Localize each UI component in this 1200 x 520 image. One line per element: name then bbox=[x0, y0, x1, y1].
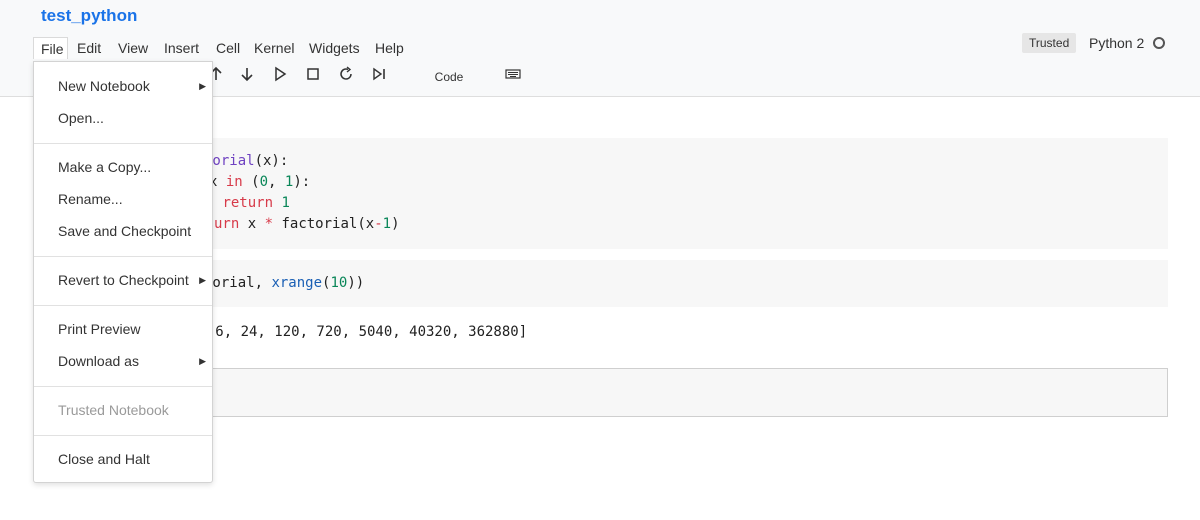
code-line: torial, xrange(10)) bbox=[204, 273, 364, 293]
menu-divider bbox=[34, 143, 212, 144]
code-token: in bbox=[225, 174, 243, 190]
code-token: ): bbox=[293, 174, 311, 190]
submenu-arrow-icon: ▶ bbox=[199, 275, 206, 285]
code-token: 0 bbox=[259, 174, 269, 190]
code-token: 1 bbox=[281, 195, 290, 211]
code-cell-1[interactable]: torial(x): x in (0, 1): return 1 urn x * f… bbox=[190, 138, 1168, 249]
code-line: return 1 bbox=[214, 193, 290, 213]
menu-cell[interactable]: Cell bbox=[209, 37, 247, 59]
menu-item-label: Trusted Notebook bbox=[58, 402, 169, 418]
menu-item-rename[interactable]: Rename... bbox=[34, 187, 212, 211]
menu-widgets[interactable]: Widgets bbox=[302, 37, 367, 59]
code-token: ) bbox=[391, 216, 400, 232]
menu-item-label: Make a Copy... bbox=[58, 159, 152, 175]
cell-type-select[interactable]: Code bbox=[426, 67, 472, 87]
menu-item-label: Revert to Checkpoint bbox=[58, 272, 189, 288]
code-token: urn bbox=[214, 216, 240, 232]
code-cell-2[interactable]: torial, xrange(10)) bbox=[190, 260, 1168, 307]
file-menu-dropdown: New Notebook ▶ Open... Make a Copy... Re… bbox=[33, 61, 213, 483]
menu-item-label: Print Preview bbox=[58, 321, 141, 337]
code-token: * bbox=[264, 216, 274, 232]
menu-divider bbox=[34, 305, 212, 306]
menu-item-label: Close and Halt bbox=[58, 451, 150, 467]
menu-item-label: Download as bbox=[58, 353, 139, 369]
menu-edit[interactable]: Edit bbox=[70, 37, 108, 59]
code-token: , bbox=[268, 174, 285, 190]
menu-divider bbox=[34, 435, 212, 436]
code-token: 1 bbox=[382, 216, 392, 232]
menu-divider bbox=[34, 386, 212, 387]
menu-file[interactable]: File bbox=[33, 37, 68, 59]
kernel-name[interactable]: Python 2 bbox=[1089, 33, 1144, 53]
code-token: ( bbox=[242, 174, 260, 190]
menu-item-revert-checkpoint[interactable]: Revert to Checkpoint ▶ bbox=[34, 268, 212, 292]
menu-view[interactable]: View bbox=[111, 37, 155, 59]
menu-item-download-as[interactable]: Download as ▶ bbox=[34, 349, 212, 373]
code-token: return bbox=[222, 195, 274, 211]
menu-item-trusted-notebook: Trusted Notebook bbox=[34, 398, 212, 422]
menu-item-make-copy[interactable]: Make a Copy... bbox=[34, 155, 212, 179]
code-token: )) bbox=[347, 275, 365, 291]
code-token: (x): bbox=[254, 153, 289, 169]
code-token: factorial(x bbox=[273, 216, 375, 232]
code-token: torial, bbox=[204, 275, 272, 291]
empty-code-cell[interactable] bbox=[190, 368, 1168, 417]
menu-kernel[interactable]: Kernel bbox=[247, 37, 301, 59]
cell-output: 2, 6, 24, 120, 720, 5040, 40320, 362880] bbox=[190, 324, 528, 340]
menu-item-save-checkpoint[interactable]: Save and Checkpoint bbox=[34, 219, 212, 243]
menu-item-new-notebook[interactable]: New Notebook ▶ bbox=[34, 74, 212, 98]
run-icon[interactable] bbox=[269, 66, 291, 86]
menu-item-label: New Notebook bbox=[58, 78, 150, 94]
code-line: urn x * factorial(x-1) bbox=[214, 214, 400, 234]
menu-divider bbox=[34, 256, 212, 257]
keyboard-icon[interactable] bbox=[502, 66, 524, 86]
code-token: - bbox=[374, 216, 383, 232]
menu-item-close-halt[interactable]: Close and Halt bbox=[34, 447, 212, 471]
menu-item-open[interactable]: Open... bbox=[34, 106, 212, 130]
submenu-arrow-icon: ▶ bbox=[199, 356, 206, 366]
code-token: 10 bbox=[330, 275, 348, 291]
menu-item-label: Save and Checkpoint bbox=[58, 223, 192, 239]
run-all-icon[interactable] bbox=[368, 66, 390, 86]
menu-insert[interactable]: Insert bbox=[157, 37, 206, 59]
notebook-title[interactable]: test_python bbox=[41, 6, 137, 26]
code-line: torial(x): bbox=[204, 151, 288, 171]
code-line: x in (0, 1): bbox=[209, 172, 310, 192]
menu-help[interactable]: Help bbox=[368, 37, 411, 59]
kernel-status-icon bbox=[1153, 37, 1165, 49]
move-down-icon[interactable] bbox=[236, 66, 258, 86]
code-token: xrange bbox=[271, 275, 323, 291]
menu-item-print-preview[interactable]: Print Preview bbox=[34, 317, 212, 341]
restart-icon[interactable] bbox=[335, 66, 357, 86]
submenu-arrow-icon: ▶ bbox=[199, 81, 206, 91]
code-token: x bbox=[239, 216, 265, 232]
menu-item-label: Open... bbox=[58, 110, 104, 126]
stop-icon[interactable] bbox=[302, 66, 324, 86]
trusted-badge[interactable]: Trusted bbox=[1022, 33, 1077, 53]
menu-item-label: Rename... bbox=[58, 191, 123, 207]
